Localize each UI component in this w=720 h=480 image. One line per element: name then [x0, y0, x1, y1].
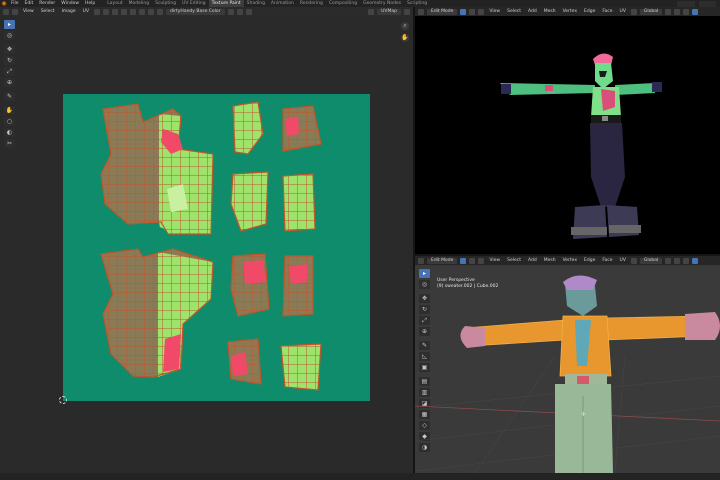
vertex-select-icon[interactable]: [103, 8, 110, 15]
annotate-tool-icon[interactable]: ✎: [4, 92, 15, 101]
workspace-tabs: Layout Modeling Sculpting UV Editing Tex…: [104, 0, 430, 7]
pan-hand-icon[interactable]: ✋: [401, 34, 409, 42]
uv-toolbar: ▸ ◎ ✥ ↻ ⤢ ⊕ ✎ ✋ ○ ◐ ✂: [4, 20, 15, 148]
tab-shading[interactable]: Shading: [244, 0, 268, 7]
cursor-tool-icon[interactable]: ◎: [4, 31, 15, 40]
tab-compositing[interactable]: Compositing: [326, 0, 360, 7]
tab-animation[interactable]: Animation: [268, 0, 297, 7]
snap-icon[interactable]: [148, 8, 155, 15]
island-select-icon[interactable]: [130, 8, 137, 15]
image-selector[interactable]: dirtyHandy Base Color: [166, 8, 225, 15]
scene-selectors: [677, 0, 720, 7]
scene-selector[interactable]: [677, 0, 695, 7]
pin-icon[interactable]: [245, 8, 252, 15]
3d-cursor-icon: ✛: [581, 411, 586, 418]
menu-window[interactable]: Window: [58, 0, 82, 7]
editor-type-icon[interactable]: [3, 8, 9, 15]
viewport-top[interactable]: Edit Mode View Select Add Mesh Vertex Ed…: [415, 7, 720, 254]
tab-geometry-nodes[interactable]: Geometry Nodes: [360, 0, 404, 7]
tab-texture-paint[interactable]: Texture Paint: [208, 0, 244, 7]
blender-logo-icon[interactable]: ◉: [0, 0, 8, 7]
character-perspective-view[interactable]: ✛: [415, 256, 720, 473]
menu-render[interactable]: Render: [36, 0, 58, 7]
sync-selection-icon[interactable]: [94, 8, 101, 15]
uv-menu-select[interactable]: Select: [39, 9, 57, 14]
pinch-tool-icon[interactable]: ◐: [4, 128, 15, 137]
uv-island-torso-back[interactable]: [100, 227, 214, 378]
top-menu-bar: ◉ File Edit Render Window Help Layout Mo…: [0, 0, 720, 7]
character-front-view[interactable]: [415, 7, 720, 254]
select-box-tool-icon[interactable]: ▸: [4, 20, 15, 29]
uv-mode-icon[interactable]: [12, 8, 18, 15]
scale-tool-icon[interactable]: ⤢: [4, 67, 15, 76]
tab-uv-editing[interactable]: UV Editing: [179, 0, 208, 7]
menu-file[interactable]: File: [8, 0, 22, 7]
uv-editor-area[interactable]: View Select Image UV dirtyHandy Base Col…: [0, 7, 413, 473]
tab-scripting[interactable]: Scripting: [404, 0, 430, 7]
tab-layout[interactable]: Layout: [104, 0, 125, 7]
move-tool-icon[interactable]: ✥: [4, 45, 15, 54]
uv-menu-view[interactable]: View: [21, 9, 36, 14]
overlay-icon[interactable]: [368, 8, 375, 15]
status-bar: [0, 473, 720, 480]
tab-rendering[interactable]: Rendering: [297, 0, 326, 7]
face-select-icon[interactable]: [121, 8, 128, 15]
uv-islands[interactable]: [63, 94, 370, 401]
uv-island-torso-front[interactable]: [100, 103, 214, 235]
uv-editor-header: View Select Image UV dirtyHandy Base Col…: [0, 7, 413, 16]
uv-image-canvas[interactable]: [63, 94, 370, 401]
view-layer-selector[interactable]: [698, 0, 716, 7]
zoom-icon[interactable]: ⌕: [401, 22, 409, 30]
rip-tool-icon[interactable]: ✂: [4, 139, 15, 148]
uv-menu-uv[interactable]: UV: [81, 9, 91, 14]
rotate-tool-icon[interactable]: ↻: [4, 56, 15, 65]
2d-cursor-icon[interactable]: [59, 396, 67, 404]
new-image-icon[interactable]: [227, 8, 234, 15]
edge-select-icon[interactable]: [112, 8, 119, 15]
proportional-edit-icon[interactable]: [157, 8, 164, 15]
viewport-bottom[interactable]: Edit Mode View Select Add Mesh Vertex Ed…: [415, 256, 720, 473]
grab-tool-icon[interactable]: ✋: [4, 106, 15, 115]
uv-menu-image[interactable]: Image: [60, 9, 78, 14]
uv-island-sleeves[interactable]: [227, 101, 322, 391]
tab-modeling[interactable]: Modeling: [126, 0, 152, 7]
display-channels-icon[interactable]: [404, 8, 410, 15]
tab-sculpting[interactable]: Sculpting: [152, 0, 179, 7]
open-image-icon[interactable]: [236, 8, 243, 15]
menu-edit[interactable]: Edit: [22, 0, 37, 7]
menu-help[interactable]: Help: [82, 0, 98, 7]
pivot-icon[interactable]: [139, 8, 146, 15]
relax-tool-icon[interactable]: ○: [4, 117, 15, 126]
uv-map-selector[interactable]: UVMap: [377, 8, 401, 15]
transform-tool-icon[interactable]: ⊕: [4, 78, 15, 87]
